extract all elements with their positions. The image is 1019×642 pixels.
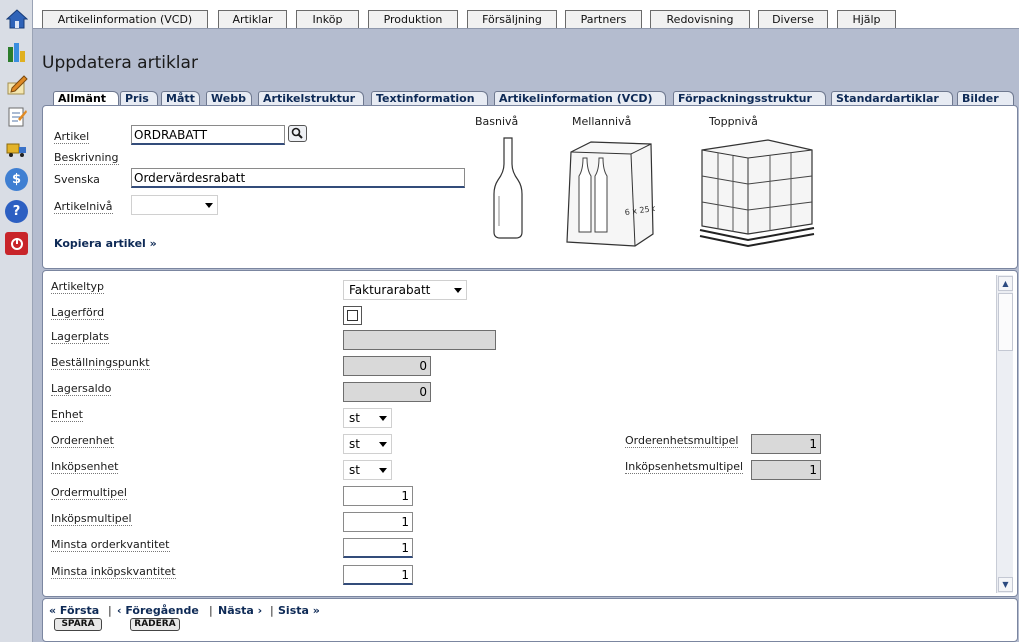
svenska-field[interactable]: Ordervärdesrabatt: [131, 168, 465, 188]
lagersaldo-field: 0: [343, 382, 431, 402]
minsta-inkopskvantitet-field[interactable]: 1: [343, 565, 413, 585]
enhet-value: st: [349, 411, 360, 425]
minsta-orderkvantitet-label: Minsta orderkvantitet: [51, 538, 170, 552]
artikelniva-select[interactable]: [131, 195, 218, 215]
details-panel: Artikeltyp Fakturarabatt Lagerförd Lager…: [42, 270, 1018, 597]
menu-diverse[interactable]: Diverse: [758, 10, 828, 28]
tab-bilder[interactable]: Bilder: [957, 91, 1014, 106]
nav-last-link[interactable]: Sista »: [278, 604, 320, 617]
chart-icon[interactable]: [5, 40, 28, 63]
orderenhetsmultipel-field: 1: [751, 434, 821, 454]
inkopsmultipel-field[interactable]: 1: [343, 512, 413, 532]
lagerford-label: Lagerförd: [51, 306, 105, 320]
pallet-image[interactable]: [698, 136, 816, 248]
basniva-label: Basnivå: [475, 115, 519, 128]
menu-forsaljning[interactable]: Försäljning: [467, 10, 557, 28]
ordermultipel-label: Ordermultipel: [51, 486, 127, 500]
nav-separator: |: [209, 604, 213, 617]
scroll-down-icon[interactable]: ▼: [998, 577, 1013, 592]
artikeltyp-select[interactable]: Fakturarabatt: [343, 280, 467, 300]
scroll-thumb[interactable]: [998, 293, 1013, 351]
general-panel: Artikel ORDRABATT Beskrivning Svenska Or…: [42, 105, 1018, 269]
orderenhet-label: Orderenhet: [51, 434, 114, 448]
tab-artikelinformation-vcd[interactable]: Artikelinformation (VCD): [494, 91, 666, 106]
tab-webb[interactable]: Webb: [206, 91, 252, 106]
inkopsenhetsmultipel-label: Inköpsenhetsmultipel: [625, 460, 744, 474]
save-button[interactable]: SPARA: [54, 618, 102, 631]
orderenhet-value: st: [349, 437, 360, 451]
help-icon[interactable]: ?: [5, 200, 28, 223]
menu-hjalp[interactable]: Hjälp: [837, 10, 896, 28]
inkopsenhet-select[interactable]: st: [343, 460, 392, 480]
menu-produktion[interactable]: Produktion: [368, 10, 458, 28]
menu-partners[interactable]: Partners: [565, 10, 642, 28]
nav-previous-link[interactable]: ‹ Föregående: [117, 604, 199, 617]
toppniva-label: Toppnivå: [709, 115, 758, 128]
scroll-up-icon[interactable]: ▲: [998, 276, 1013, 291]
navigation-panel: « Första | ‹ Föregående | Nästa › | Sist…: [42, 598, 1018, 642]
lagerplats-label: Lagerplats: [51, 330, 109, 344]
minsta-inkopskvantitet-label: Minsta inköpskvantitet: [51, 565, 176, 579]
svenska-label: Svenska: [54, 173, 100, 186]
lagerplats-field: [343, 330, 496, 350]
enhet-label: Enhet: [51, 408, 83, 422]
artikeltyp-value: Fakturarabatt: [349, 283, 431, 297]
mellanniva-label: Mellannivå: [572, 115, 632, 128]
orderenhet-select[interactable]: st: [343, 434, 392, 454]
menu-artikelinformation[interactable]: Artikelinformation (VCD): [42, 10, 208, 28]
artikelniva-label: Artikelnivå: [54, 200, 113, 214]
lagersaldo-label: Lagersaldo: [51, 382, 112, 396]
chevron-down-icon: [379, 468, 387, 473]
chevron-down-icon: [454, 288, 462, 293]
enhet-select[interactable]: st: [343, 408, 392, 428]
chevron-down-icon: [205, 203, 213, 208]
pen-icon[interactable]: [5, 73, 28, 96]
details-scrollbar[interactable]: ▲ ▼: [996, 275, 1013, 593]
home-icon[interactable]: [5, 7, 28, 30]
checkbox-box: [347, 310, 358, 321]
tab-pris[interactable]: Pris: [120, 91, 158, 106]
tab-matt[interactable]: Mått: [161, 91, 200, 106]
inkopsenhet-label: Inköpsenhet: [51, 460, 119, 474]
artikel-field[interactable]: ORDRABATT: [131, 125, 285, 145]
inkopsenhet-value: st: [349, 463, 360, 477]
tab-artikelstruktur[interactable]: Artikelstruktur: [258, 91, 364, 106]
delete-button[interactable]: RADERA: [130, 618, 180, 631]
dollar-icon[interactable]: $: [5, 168, 28, 191]
bestallningspunkt-label: Beställningspunkt: [51, 356, 150, 370]
chevron-down-icon: [379, 442, 387, 447]
menu-inkop[interactable]: Inköp: [296, 10, 359, 28]
search-icon[interactable]: [288, 125, 307, 142]
tab-textinformation[interactable]: Textinformation: [371, 91, 488, 106]
page-title: Uppdatera artiklar: [42, 53, 198, 73]
truck-icon[interactable]: [5, 137, 28, 160]
artikeltyp-label: Artikeltyp: [51, 280, 105, 294]
menu-redovisning[interactable]: Redovisning: [650, 10, 750, 28]
notepad-icon[interactable]: [5, 104, 28, 127]
tab-standardartiklar[interactable]: Standardartiklar: [831, 91, 953, 106]
top-menu-bar: Artikelinformation (VCD) Artiklar Inköp …: [33, 0, 1019, 29]
ordermultipel-field[interactable]: 1: [343, 486, 413, 506]
six-pack-image[interactable]: 6 x 25 cl: [561, 136, 655, 248]
bottle-image[interactable]: [491, 136, 525, 241]
nav-separator: |: [108, 604, 112, 617]
left-toolbar: $ ?: [0, 0, 33, 642]
orderenhetsmultipel-label: Orderenhetsmultipel: [625, 434, 739, 448]
artikel-label: Artikel: [54, 130, 90, 144]
bestallningspunkt-field: 0: [343, 356, 431, 376]
nav-separator: |: [270, 604, 274, 617]
inkopsmultipel-label: Inköpsmultipel: [51, 512, 132, 526]
kopiera-artikel-link[interactable]: Kopiera artikel »: [54, 237, 157, 250]
beskrivning-label: Beskrivning: [54, 151, 119, 165]
chevron-down-icon: [379, 416, 387, 421]
nav-first-link[interactable]: « Första: [49, 604, 99, 617]
minsta-orderkvantitet-field[interactable]: 1: [343, 538, 413, 558]
inkopsenhetsmultipel-field: 1: [751, 460, 821, 480]
lagerford-checkbox[interactable]: [343, 306, 362, 325]
tab-forpackningsstruktur[interactable]: Förpackningsstruktur: [673, 91, 826, 106]
nav-next-link[interactable]: Nästa ›: [218, 604, 262, 617]
menu-artiklar[interactable]: Artiklar: [218, 10, 287, 28]
power-icon[interactable]: [5, 232, 28, 255]
